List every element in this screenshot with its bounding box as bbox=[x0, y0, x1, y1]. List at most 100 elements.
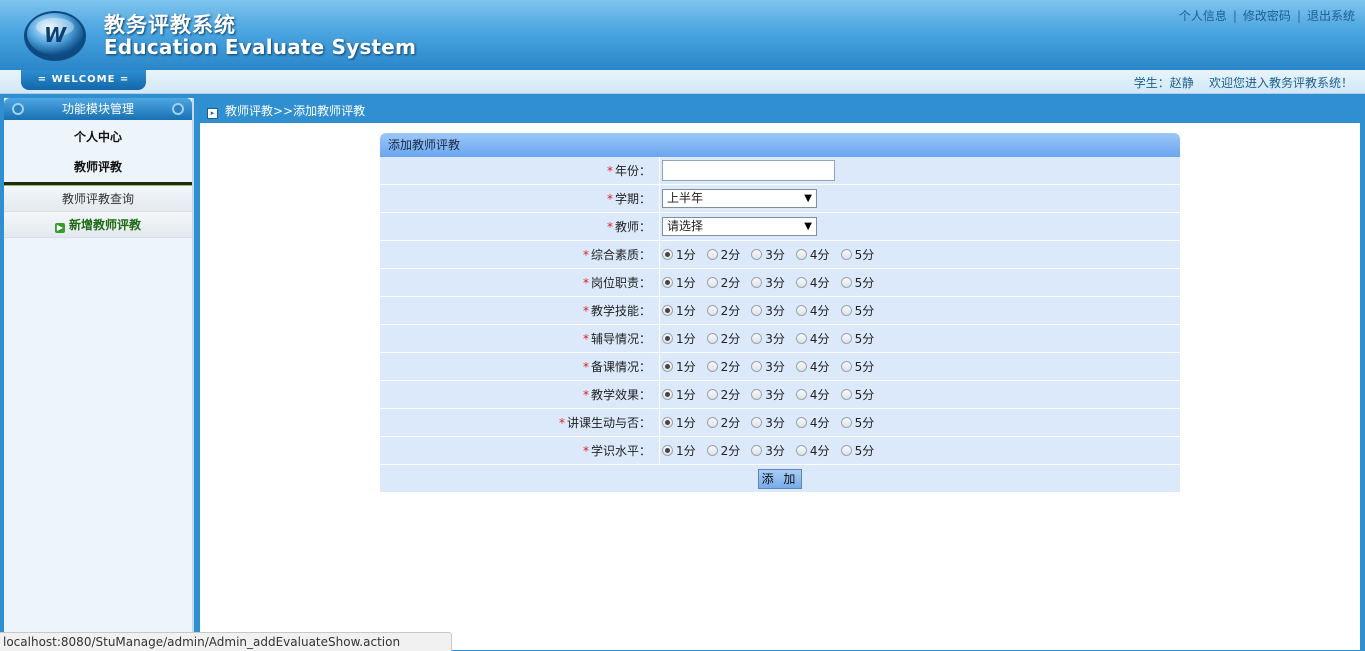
score-option[interactable]: 3分 bbox=[751, 274, 785, 291]
score-option[interactable]: 4分 bbox=[795, 358, 830, 375]
score-option[interactable]: 5分 bbox=[840, 414, 874, 431]
score-option[interactable]: 1分 bbox=[662, 330, 696, 347]
score-option[interactable]: 4分 bbox=[795, 302, 830, 319]
field-label: * 教学效果： bbox=[380, 381, 660, 408]
score-option[interactable]: 3分 bbox=[751, 330, 785, 347]
score-radio[interactable] bbox=[795, 361, 807, 372]
score-option[interactable]: 1分 bbox=[662, 358, 696, 375]
teacher-select[interactable]: 请选择 ▼ bbox=[662, 217, 817, 236]
semester-select[interactable]: 上半年 ▼ bbox=[662, 189, 817, 208]
score-radio[interactable] bbox=[751, 445, 763, 456]
score-radio[interactable] bbox=[840, 333, 852, 344]
score-option[interactable]: 3分 bbox=[751, 302, 785, 319]
score-option[interactable]: 4分 bbox=[795, 330, 830, 347]
teacher-label: 教师： bbox=[614, 220, 651, 234]
score-radio[interactable] bbox=[706, 361, 718, 372]
score-option[interactable]: 3分 bbox=[751, 442, 785, 459]
score-radio[interactable] bbox=[662, 361, 673, 372]
score-option[interactable]: 3分 bbox=[751, 246, 785, 263]
score-option[interactable]: 1分 bbox=[662, 302, 696, 319]
score-radio[interactable] bbox=[840, 305, 852, 316]
sidebar-item-evaluation-query[interactable]: 教师评教查询 bbox=[4, 186, 192, 212]
score-option[interactable]: 5分 bbox=[840, 302, 875, 319]
score-radio[interactable] bbox=[706, 277, 718, 288]
score-radio[interactable] bbox=[706, 445, 718, 456]
score-option[interactable]: 1分 bbox=[662, 414, 696, 431]
score-option[interactable]: 2分 bbox=[706, 274, 740, 291]
score-radio[interactable] bbox=[751, 389, 763, 400]
form-row-criterion: * 岗位职责： 1分 2分 3分 4分 5分 bbox=[380, 269, 1180, 297]
score-radio[interactable] bbox=[706, 333, 718, 344]
score-radio[interactable] bbox=[706, 249, 718, 260]
score-option[interactable]: 2分 bbox=[706, 302, 740, 319]
score-option[interactable]: 4分 bbox=[795, 414, 830, 431]
sidebar-item-label: 新增教师评教 bbox=[68, 218, 141, 232]
score-radio[interactable] bbox=[840, 445, 852, 456]
sidebar-item-add-evaluation[interactable]: ▶ 新增教师评教 bbox=[4, 212, 192, 238]
score-radio[interactable] bbox=[662, 277, 673, 288]
score-radio[interactable] bbox=[662, 445, 673, 456]
score-option-label: 5分 bbox=[854, 304, 875, 318]
sidebar-category-evaluation[interactable]: 教师评教 bbox=[4, 152, 192, 182]
score-option[interactable]: 5分 bbox=[840, 386, 874, 403]
logout-link[interactable]: 退出系统 bbox=[1307, 9, 1355, 23]
score-option[interactable]: 1分 bbox=[662, 442, 696, 459]
score-option[interactable]: 5分 bbox=[840, 442, 874, 459]
score-radio[interactable] bbox=[795, 333, 807, 344]
score-radio[interactable] bbox=[840, 249, 852, 260]
score-option[interactable]: 5分 bbox=[840, 246, 874, 263]
score-option-label: 3分 bbox=[765, 304, 785, 318]
score-radio[interactable] bbox=[662, 333, 673, 344]
score-radio[interactable] bbox=[795, 305, 807, 316]
score-radio[interactable] bbox=[751, 277, 763, 288]
score-option[interactable]: 5分 bbox=[840, 274, 874, 291]
score-option[interactable]: 1分 bbox=[662, 274, 696, 291]
score-radio[interactable] bbox=[706, 389, 718, 400]
score-radio[interactable] bbox=[662, 417, 673, 428]
score-radio[interactable] bbox=[840, 277, 852, 288]
field-value: 1分 2分 3分 4分 5分 bbox=[660, 269, 1180, 296]
score-option[interactable]: 1分 bbox=[662, 246, 696, 263]
add-button[interactable]: 添 加 bbox=[758, 468, 802, 489]
score-option[interactable]: 2分 bbox=[706, 330, 740, 347]
score-option[interactable]: 2分 bbox=[706, 386, 740, 403]
score-option[interactable]: 3分 bbox=[751, 414, 785, 431]
score-option-label: 2分 bbox=[720, 444, 741, 458]
score-radio[interactable] bbox=[662, 249, 673, 260]
score-radio[interactable] bbox=[751, 249, 763, 260]
score-radio[interactable] bbox=[795, 445, 807, 456]
change-password-link[interactable]: 修改密码 bbox=[1243, 9, 1291, 23]
score-radio[interactable] bbox=[751, 361, 763, 372]
score-option[interactable]: 2分 bbox=[706, 358, 740, 375]
top-links: 个人信息 | 修改密码 | 退出系统 bbox=[1179, 7, 1355, 24]
score-option[interactable]: 5分 bbox=[840, 358, 874, 375]
score-radio[interactable] bbox=[795, 389, 807, 400]
score-radio[interactable] bbox=[751, 333, 763, 344]
score-radio[interactable] bbox=[706, 417, 718, 428]
score-option[interactable]: 1分 bbox=[662, 386, 696, 403]
score-option[interactable]: 2分 bbox=[706, 414, 740, 431]
profile-link[interactable]: 个人信息 bbox=[1179, 9, 1227, 23]
score-radio[interactable] bbox=[795, 277, 807, 288]
score-option[interactable]: 4分 bbox=[795, 274, 830, 291]
score-radio[interactable] bbox=[662, 305, 673, 316]
score-radio[interactable] bbox=[840, 389, 852, 400]
year-input[interactable] bbox=[662, 160, 835, 181]
score-radio[interactable] bbox=[795, 249, 807, 260]
score-option[interactable]: 3分 bbox=[751, 358, 785, 375]
sidebar-category-personal[interactable]: 个人中心 bbox=[4, 122, 192, 152]
score-radio[interactable] bbox=[662, 389, 673, 400]
score-option[interactable]: 2分 bbox=[706, 442, 741, 459]
score-option[interactable]: 4分 bbox=[795, 442, 830, 459]
score-radio[interactable] bbox=[706, 305, 718, 316]
score-option[interactable]: 3分 bbox=[751, 386, 785, 403]
score-radio[interactable] bbox=[795, 417, 807, 428]
score-option[interactable]: 2分 bbox=[706, 246, 740, 263]
score-radio[interactable] bbox=[840, 361, 852, 372]
score-option[interactable]: 5分 bbox=[840, 330, 874, 347]
score-radio[interactable] bbox=[751, 417, 763, 428]
score-option[interactable]: 4分 bbox=[795, 246, 830, 263]
score-radio[interactable] bbox=[751, 305, 763, 316]
score-radio[interactable] bbox=[840, 417, 852, 428]
score-option[interactable]: 4分 bbox=[795, 386, 830, 403]
